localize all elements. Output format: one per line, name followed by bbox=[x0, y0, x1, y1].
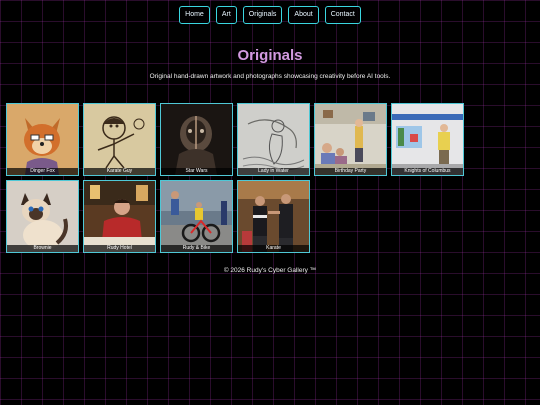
nav-originals-button[interactable]: Originals bbox=[242, 6, 283, 24]
gallery-caption: Knights of Columbus bbox=[392, 168, 463, 175]
page-subtitle: Original hand-drawn artwork and photogra… bbox=[149, 73, 391, 80]
gallery-caption: Star Wars bbox=[161, 168, 232, 175]
gallery-item-brownie[interactable]: Brownie bbox=[6, 180, 79, 253]
gallery-item-dinger-fox[interactable]: Dinger Fox bbox=[6, 103, 79, 176]
star-wars-image bbox=[161, 104, 232, 175]
gallery-caption: Brownie bbox=[7, 245, 78, 252]
gallery-caption: Lady in Water bbox=[238, 168, 309, 175]
dinger-fox-image bbox=[7, 104, 78, 175]
gallery-caption: Karate Guy bbox=[84, 168, 155, 175]
birthday-party-image bbox=[315, 104, 386, 175]
page-title: Originals bbox=[237, 47, 303, 64]
rudy-hotel-image bbox=[84, 181, 155, 252]
main-nav: Home Art Originals About Contact bbox=[0, 6, 540, 24]
gallery-item-birthday-party[interactable]: Birthday Party bbox=[314, 103, 387, 176]
nav-contact-button[interactable]: Contact bbox=[324, 6, 361, 24]
gallery-item-karate-guy[interactable]: Karate Guy bbox=[83, 103, 156, 176]
gallery-grid: Dinger Fox Karate Guy Star Wars Lady in … bbox=[6, 103, 536, 253]
knights-of-columbus-image bbox=[392, 104, 463, 175]
nav-home-button[interactable]: Home bbox=[179, 6, 210, 24]
brownie-image bbox=[7, 181, 78, 252]
karate-image bbox=[238, 181, 309, 252]
gallery-item-karate[interactable]: Karate bbox=[237, 180, 310, 253]
gallery-caption: Dinger Fox bbox=[7, 168, 78, 175]
gallery-item-rudy-hotel[interactable]: Rudy Hotel bbox=[83, 180, 156, 253]
karate-guy-image bbox=[84, 104, 155, 175]
gallery-item-star-wars[interactable]: Star Wars bbox=[160, 103, 233, 176]
gallery-item-rudy-and-bike[interactable]: Rudy & Bike bbox=[160, 180, 233, 253]
gallery-item-knights-of-columbus[interactable]: Knights of Columbus bbox=[391, 103, 464, 176]
lady-in-water-image bbox=[238, 104, 309, 175]
footer-text: © 2026 Rudy's Cyber Gallery ™ bbox=[223, 267, 317, 274]
nav-art-button[interactable]: Art bbox=[215, 6, 237, 24]
gallery-caption: Rudy Hotel bbox=[84, 245, 155, 252]
gallery-caption: Karate bbox=[238, 245, 309, 252]
gallery-caption: Birthday Party bbox=[315, 168, 386, 175]
gallery-item-lady-in-water[interactable]: Lady in Water bbox=[237, 103, 310, 176]
nav-about-button[interactable]: About bbox=[288, 6, 319, 24]
rudy-and-bike-image bbox=[161, 181, 232, 252]
gallery-caption: Rudy & Bike bbox=[161, 245, 232, 252]
